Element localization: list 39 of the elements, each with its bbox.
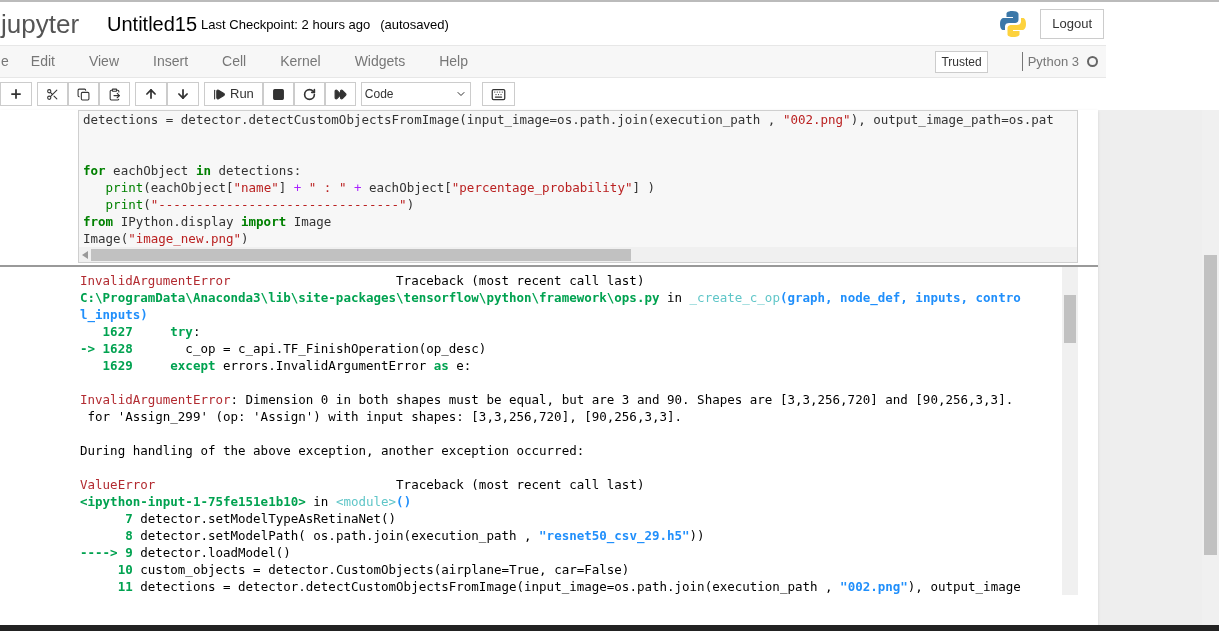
output-line: During handling of the above exception, another exception occurred: <box>80 442 586 459</box>
notebook-title[interactable]: Untitled15 <box>107 8 198 39</box>
output-line: ----> 9 detector.loadModel() <box>80 544 292 561</box>
kernel-name: Python 3 <box>1021 51 1079 72</box>
output-line: C:\ProgramData\Anaconda3\lib\site-packages\tensorflow\python\framework\ops.py in _create_c_op(graph, node_def, inputs, contro <box>80 289 1022 306</box>
output-line: 8 detector.setModelPath( os.path.join(execution_path , "resnet50_csv_29.h5")) <box>124 527 706 544</box>
output-line: l_inputs) <box>80 306 149 323</box>
output-line: -> 1628 c_op = c_api.TF_FinishOperation(op_desc) <box>80 340 488 357</box>
menu-item[interactable]: e <box>1 51 9 72</box>
output-line: 7 detector.setModelTypeAsRetinaNet() <box>124 510 398 527</box>
autosave-status: (autosaved) <box>380 16 449 35</box>
output-line: InvalidArgumentError Traceback (most recent call last) <box>80 272 646 289</box>
output-line: 1627 try: <box>101 323 202 340</box>
output-line: 11 detections = detector.detectCustomObjectsFromImage(input_image=os.path.join(execution_path , "002.png"), output_image <box>116 578 1022 595</box>
menu-item[interactable]: Kernel <box>280 51 321 72</box>
logout-button[interactable]: Logout <box>1040 8 1104 39</box>
cell-type-dropdown[interactable]: Code <box>360 82 471 106</box>
output-line: <ipython-input-1-75fe151e1b10> in <module>() <box>80 493 413 510</box>
menu-item[interactable]: Help <box>439 51 468 72</box>
code-line: detections = detector.detectCustomObjectsFromImage(input_image=os.path.join(execution_path , "002.png"), output_image_path=os.pat <box>83 111 1055 129</box>
output-line: 1629 except errors.InvalidArgumentError as e: <box>101 357 473 374</box>
output-line: InvalidArgumentError: Dimension 0 in both shapes must be equal, but are 3 and 90. Shapes are [3,3,256,720] and [90,256,3,3]. <box>80 391 1015 408</box>
menu-item[interactable]: Widgets <box>354 51 406 72</box>
menu-item[interactable]: View <box>88 51 119 72</box>
output-line: ValueError Traceback (most recent call last) <box>80 476 646 493</box>
output-line: 10 custom_objects = detector.CustomObjects(airplane=True, car=False) <box>116 561 631 578</box>
menu-item[interactable]: Insert <box>153 51 189 72</box>
menu-item[interactable]: Cell <box>222 51 247 72</box>
code-line: print(eachObject["name"] + " : " + eachObject["percentage_probability"] ) <box>104 179 656 196</box>
menu-item[interactable]: Edit <box>30 51 55 72</box>
jupyter-logo[interactable]: jupyter <box>1 10 80 37</box>
code-line: print("--------------------------------") <box>104 196 416 213</box>
run-button[interactable]: Run <box>204 82 263 106</box>
code-line: for eachObject in detections: <box>83 162 303 179</box>
code-line: from IPython.display import Image <box>83 213 333 230</box>
checkpoint-status: Last Checkpoint: 2 hours ago <box>201 16 371 35</box>
output-line: for 'Assign_299' (op: 'Assign') with input shapes: [3,3,256,720], [90,256,3,3]. <box>86 408 684 425</box>
code-line: Image("image_new.png") <box>83 230 250 247</box>
trusted-indicator[interactable]: Trusted <box>935 50 988 73</box>
